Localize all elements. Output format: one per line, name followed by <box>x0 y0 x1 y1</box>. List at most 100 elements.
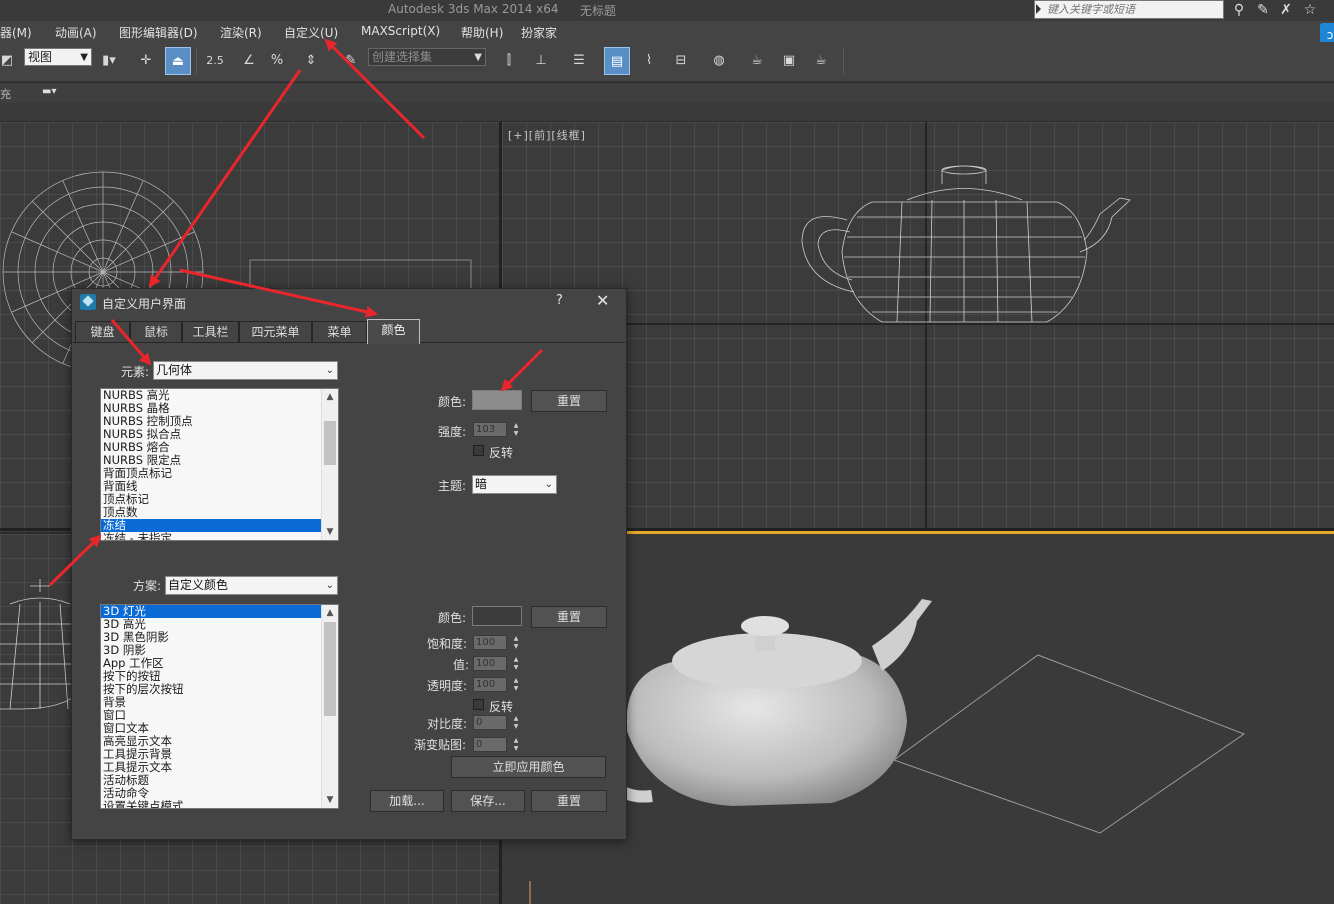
gradient-map-spinner-arrows[interactable]: ▲ ▼ <box>511 737 521 752</box>
element-listbox[interactable]: NURBS 高光 NURBS 晶格 NURBS 控制顶点 NURBS 拟合点 NURBS… <box>100 388 339 541</box>
render-setup-icon[interactable]: ☕ <box>744 47 770 75</box>
theme-dropdown[interactable]: 暗 ⌄ <box>472 475 557 494</box>
saturation-spinner[interactable]: 100 <box>473 635 507 650</box>
help-icon[interactable]: ✗ <box>1277 1 1295 19</box>
help-button[interactable]: ? <box>556 293 563 308</box>
ribbon-dropdown-icon[interactable]: ▬▾ <box>42 86 56 97</box>
material-editor-icon[interactable]: ◍ <box>706 47 732 75</box>
spinner-up-icon[interactable]: ▲ <box>512 422 520 429</box>
align-icon[interactable]: ⊥ <box>528 47 554 75</box>
scroll-thumb[interactable] <box>324 622 336 716</box>
element-list-item[interactable]: NURBS 控制顶点 <box>101 415 321 428</box>
transparency-spinner-arrows[interactable]: ▲ ▼ <box>511 677 521 692</box>
element-list-scrollbar[interactable]: ▲ ▼ <box>321 389 338 540</box>
spinner-down-icon[interactable]: ▼ <box>512 430 520 437</box>
element-list-item[interactable]: NURBS 限定点 <box>101 454 321 467</box>
tab-keyboard[interactable]: 键盘 <box>75 321 130 343</box>
scheme-list-item[interactable]: 背景 <box>101 696 321 709</box>
element-list-item[interactable]: 冻结 <box>101 519 321 532</box>
menu-item-modifier[interactable]: 器(M) <box>0 24 32 41</box>
scheme-listbox[interactable]: 3D 灯光 3D 高光 3D 黑色阴影 3D 阴影 App 工作区 按下的按钮 按下的层次按… <box>100 604 339 809</box>
contrast-spinner[interactable]: 0 <box>473 715 507 730</box>
snap-toggle-icon[interactable]: 2.5 <box>202 47 228 75</box>
scheme-list-item[interactable]: 高亮显示文本 <box>101 735 321 748</box>
schematic-view-icon[interactable]: ⊟ <box>668 47 694 75</box>
element-list-item[interactable]: NURBS 晶格 <box>101 402 321 415</box>
scheme-list-item[interactable]: 3D 阴影 <box>101 644 321 657</box>
spinner-down-icon[interactable]: ▼ <box>512 745 520 752</box>
wrench-icon[interactable]: ✎ <box>1254 1 1272 19</box>
scheme-list-item[interactable]: 窗口文本 <box>101 722 321 735</box>
layer-manager-icon[interactable]: ☰ <box>566 47 592 75</box>
viewport-label[interactable]: [+][前][线框] <box>508 127 586 143</box>
scheme-list-item[interactable]: 工具提示文本 <box>101 761 321 774</box>
invert-checkbox[interactable] <box>473 445 484 456</box>
select-region-icon[interactable]: ◩ <box>0 47 20 75</box>
scroll-thumb[interactable] <box>324 421 336 465</box>
spinner-up-icon[interactable]: ▲ <box>512 677 520 684</box>
element-list-item[interactable]: NURBS 高光 <box>101 389 321 402</box>
gradient-map-spinner[interactable]: 0 <box>473 737 507 752</box>
scroll-down-icon[interactable]: ▼ <box>322 792 338 808</box>
menu-item-graph-editors[interactable]: 图形编辑器(D) <box>119 24 198 41</box>
intensity-spinner[interactable]: 103 <box>473 422 507 437</box>
scheme-dropdown[interactable]: 自定义颜色 ⌄ <box>165 576 338 595</box>
apply-colors-now-button[interactable]: 立即应用颜色 <box>451 756 606 778</box>
tab-quads[interactable]: 四元菜单 <box>239 321 312 343</box>
spinner-up-icon[interactable]: ▲ <box>512 737 520 744</box>
element-color-swatch[interactable] <box>472 390 522 410</box>
menu-item-banjiajia[interactable]: 扮家家 <box>521 24 557 41</box>
scheme-list-item[interactable]: 窗口 <box>101 709 321 722</box>
star-icon[interactable]: ☆ <box>1301 1 1319 19</box>
scheme-list-item[interactable]: 3D 灯光 <box>101 605 321 618</box>
element-list-item[interactable]: 冻结 - 未指定 <box>101 532 321 540</box>
scheme-list-item[interactable]: 设置关键点模式 <box>101 800 321 808</box>
curve-editor-icon[interactable]: ⌇ <box>636 47 662 75</box>
scroll-up-icon[interactable]: ▲ <box>322 605 338 621</box>
scheme-list-item[interactable]: 按下的层次按钮 <box>101 683 321 696</box>
element-list-item[interactable]: 顶点标记 <box>101 493 321 506</box>
invert2-checkbox[interactable] <box>473 699 484 710</box>
spinner-down-icon[interactable]: ▼ <box>512 723 520 730</box>
mirror-icon[interactable]: ⫿ <box>496 47 522 75</box>
scheme-list-item[interactable]: 工具提示背景 <box>101 748 321 761</box>
scroll-down-icon[interactable]: ▼ <box>322 524 338 540</box>
spinner-up-icon[interactable]: ▲ <box>512 656 520 663</box>
scene-explorer-icon[interactable]: ▤ <box>604 47 630 75</box>
value-spinner[interactable]: 100 <box>473 656 507 671</box>
menu-item-rendering[interactable]: 渲染(R) <box>220 24 262 41</box>
scroll-up-icon[interactable]: ▲ <box>322 389 338 405</box>
menu-item-help[interactable]: 帮助(H) <box>461 24 503 41</box>
search-expand-icon[interactable] <box>1036 4 1041 14</box>
value-spinner-arrows[interactable]: ▲ ▼ <box>511 656 521 671</box>
reference-coord-dropdown[interactable]: 视图 ▼ <box>24 48 92 66</box>
scheme-list-item[interactable]: 按下的按钮 <box>101 670 321 683</box>
save-button[interactable]: 保存... <box>451 790 525 812</box>
scheme-list-item[interactable]: App 工作区 <box>101 657 321 670</box>
spinner-up-icon[interactable]: ▲ <box>512 715 520 722</box>
binoculars-icon[interactable]: ⚲ <box>1230 1 1248 19</box>
scheme-list-item[interactable]: 3D 黑色阴影 <box>101 631 321 644</box>
keyboard-shortcut-override-icon[interactable]: ⏏ <box>165 47 191 75</box>
search-input[interactable] <box>1047 2 1219 17</box>
contrast-spinner-arrows[interactable]: ▲ ▼ <box>511 715 521 730</box>
menu-item-maxscript[interactable]: MAXScript(X) <box>361 24 440 38</box>
render-production-icon[interactable]: ☕ <box>808 47 834 75</box>
select-manipulate-icon[interactable]: ✛ <box>133 47 159 75</box>
element-dropdown[interactable]: 几何体 ⌄ <box>153 361 338 380</box>
spinner-down-icon[interactable]: ▼ <box>512 685 520 692</box>
close-icon[interactable]: ✕ <box>596 291 609 310</box>
dialog-title-bar[interactable]: 自定义用户界面 ? ✕ <box>72 289 626 317</box>
element-list-item[interactable]: 背面顶点标记 <box>101 467 321 480</box>
search-box[interactable] <box>1034 0 1224 19</box>
menu-item-customize[interactable]: 自定义(U) <box>284 24 338 41</box>
element-list-item[interactable]: 背面线 <box>101 480 321 493</box>
pivot-icon[interactable]: ▮▾ <box>96 47 122 75</box>
tab-colors[interactable]: 颜色 <box>367 319 420 344</box>
scheme-list-item[interactable]: 活动命令 <box>101 787 321 800</box>
tab-mouse[interactable]: 鼠标 <box>130 321 182 343</box>
rendered-frame-icon[interactable]: ▣ <box>776 47 802 75</box>
element-list-item[interactable]: NURBS 熔合 <box>101 441 321 454</box>
spinner-snap-icon[interactable]: ⇕ <box>298 47 324 75</box>
load-button[interactable]: 加载... <box>370 790 444 812</box>
